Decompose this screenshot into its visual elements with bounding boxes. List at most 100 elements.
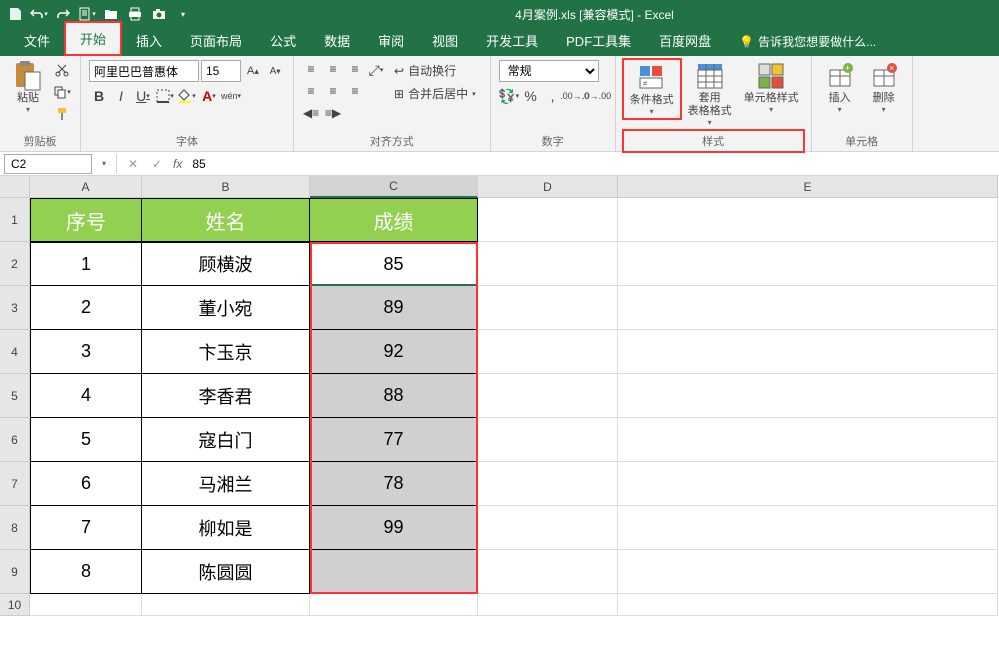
empty-cell[interactable] <box>478 242 617 286</box>
increase-font-button[interactable]: A▴ <box>243 61 263 81</box>
row-header-5[interactable]: 5 <box>0 374 30 418</box>
align-middle-button[interactable]: ≡ <box>322 58 344 80</box>
fx-icon[interactable]: fx <box>169 157 186 171</box>
tab-home[interactable]: 开始 <box>64 21 122 56</box>
empty-cell[interactable] <box>618 242 997 286</box>
empty-cell[interactable] <box>618 330 997 374</box>
accept-formula-button[interactable]: ✓ <box>145 157 169 171</box>
merge-center-button[interactable]: ⊞ 合并后居中 ▾ <box>390 83 480 104</box>
table-cell[interactable]: 78 <box>310 462 478 506</box>
tab-insert[interactable]: 插入 <box>122 25 176 56</box>
empty-cell[interactable] <box>478 418 617 462</box>
save-icon[interactable] <box>4 3 26 25</box>
table-cell[interactable]: 6 <box>30 462 142 506</box>
table-cell[interactable]: 董小宛 <box>142 286 310 330</box>
column-header-c[interactable]: C <box>310 176 478 198</box>
table-cell[interactable] <box>310 550 478 594</box>
empty-cell[interactable] <box>30 594 142 616</box>
cut-button[interactable] <box>52 60 72 80</box>
align-bottom-button[interactable]: ≡ <box>344 58 366 80</box>
copy-button[interactable]: ▾ <box>52 82 72 102</box>
empty-cell[interactable] <box>478 550 617 594</box>
table-cell[interactable]: 3 <box>30 330 142 374</box>
row-header-10[interactable]: 10 <box>0 594 30 616</box>
cells-area[interactable]: 序号 12345678 姓名 顾横波董小宛卞玉京李香君寇白门马湘兰柳如是陈圆圆 … <box>30 198 999 616</box>
table-cell[interactable]: 99 <box>310 506 478 550</box>
empty-cell[interactable] <box>618 594 998 616</box>
tab-layout[interactable]: 页面布局 <box>176 25 256 56</box>
select-all-corner[interactable] <box>0 176 30 198</box>
tab-formulas[interactable]: 公式 <box>256 25 310 56</box>
number-format-select[interactable]: 常规 <box>499 60 599 82</box>
currency-button[interactable]: 💱▾ <box>499 86 519 106</box>
row-header-9[interactable]: 9 <box>0 550 30 594</box>
delete-cells-button[interactable]: × 删除 ▾ <box>862 58 906 116</box>
camera-icon[interactable] <box>148 3 170 25</box>
tab-pdf[interactable]: PDF工具集 <box>552 25 645 56</box>
tab-file[interactable]: 文件 <box>10 25 64 56</box>
align-left-button[interactable]: ≡ <box>300 80 322 102</box>
table-cell[interactable]: 寇白门 <box>142 418 310 462</box>
tell-me-input[interactable]: 💡 告诉我您想要做什么... <box>725 27 890 56</box>
cell-styles-button[interactable]: 单元格样式 ▾ <box>738 58 805 116</box>
empty-cell[interactable] <box>478 462 617 506</box>
decrease-font-button[interactable]: A▾ <box>265 61 285 81</box>
qat-customize-icon[interactable]: ▾ <box>172 3 194 25</box>
empty-cell[interactable] <box>618 374 997 418</box>
tab-review[interactable]: 审阅 <box>364 25 418 56</box>
table-cell[interactable]: 顾横波 <box>142 242 310 286</box>
column-header-a[interactable]: A <box>30 176 142 198</box>
empty-cell[interactable] <box>618 198 997 242</box>
table-cell[interactable]: 4 <box>30 374 142 418</box>
empty-cell[interactable] <box>478 198 617 242</box>
table-cell[interactable]: 2 <box>30 286 142 330</box>
empty-cell[interactable] <box>618 506 997 550</box>
name-box-dropdown[interactable]: ▾ <box>96 159 112 168</box>
table-cell[interactable]: 李香君 <box>142 374 310 418</box>
table-cell[interactable]: 7 <box>30 506 142 550</box>
decrease-decimal-button[interactable]: .0→.00 <box>587 86 607 106</box>
empty-cell[interactable] <box>478 506 617 550</box>
row-header-6[interactable]: 6 <box>0 418 30 462</box>
empty-cell[interactable] <box>478 330 617 374</box>
align-center-button[interactable]: ≡ <box>322 80 344 102</box>
tab-data[interactable]: 数据 <box>310 25 364 56</box>
undo-icon[interactable]: ▾ <box>28 3 50 25</box>
table-cell[interactable]: 1 <box>30 242 142 286</box>
header-cell[interactable]: 姓名 <box>142 198 310 242</box>
table-cell[interactable]: 88 <box>310 374 478 418</box>
table-cell[interactable]: 5 <box>30 418 142 462</box>
header-cell[interactable]: 序号 <box>30 198 142 242</box>
empty-cell[interactable] <box>618 418 997 462</box>
tab-developer[interactable]: 开发工具 <box>472 25 552 56</box>
conditional-formatting-button[interactable]: ≠ 条件格式 ▾ <box>622 58 682 120</box>
table-cell[interactable]: 陈圆圆 <box>142 550 310 594</box>
empty-cell[interactable] <box>478 374 617 418</box>
table-cell[interactable]: 92 <box>310 330 478 374</box>
empty-cell[interactable] <box>618 462 997 506</box>
phonetic-button[interactable]: wén▾ <box>221 86 241 106</box>
table-cell[interactable]: 85 <box>310 242 478 286</box>
empty-cell[interactable] <box>478 286 617 330</box>
row-header-4[interactable]: 4 <box>0 330 30 374</box>
cancel-formula-button[interactable]: ✕ <box>121 157 145 171</box>
paste-button[interactable]: 粘贴 ▾ <box>6 58 50 116</box>
font-name-select[interactable] <box>89 60 199 82</box>
font-color-button[interactable]: A▾ <box>199 86 219 106</box>
bold-button[interactable]: B <box>89 86 109 106</box>
row-header-7[interactable]: 7 <box>0 462 30 506</box>
empty-cell[interactable] <box>142 594 310 616</box>
column-header-d[interactable]: D <box>478 176 618 198</box>
empty-cell[interactable] <box>478 594 618 616</box>
row-header-1[interactable]: 1 <box>0 198 30 242</box>
quickprint-icon[interactable] <box>124 3 146 25</box>
table-cell[interactable]: 卞玉京 <box>142 330 310 374</box>
formula-input[interactable] <box>186 154 999 174</box>
name-box[interactable]: C2 <box>4 154 92 174</box>
decrease-indent-button[interactable]: ◀≡ <box>300 102 322 124</box>
empty-cell[interactable] <box>310 594 478 616</box>
wrap-text-button[interactable]: ↩ 自动换行 <box>390 60 480 81</box>
border-button[interactable]: ▾ <box>155 86 175 106</box>
table-cell[interactable]: 马湘兰 <box>142 462 310 506</box>
table-cell[interactable]: 8 <box>30 550 142 594</box>
